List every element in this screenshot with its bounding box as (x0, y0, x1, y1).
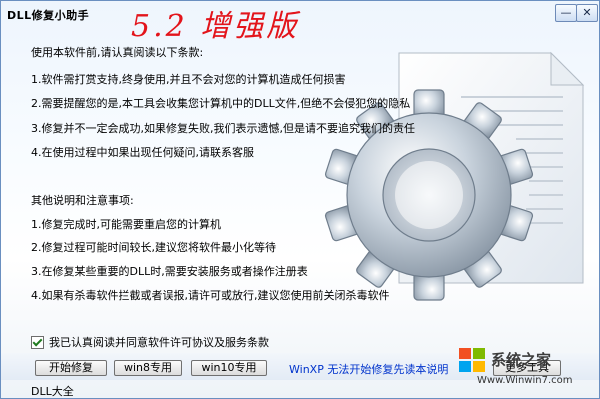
terms-item: 4.在使用过程中如果出现任何疑问,请联系客服 (31, 146, 254, 159)
close-button[interactable]: ✕ (576, 4, 598, 22)
agreement-checkbox[interactable] (31, 335, 44, 349)
watermark-url: Www.Winwin7.com (477, 375, 573, 386)
site-watermark: 系统之家 Www.Winwin7.com (457, 345, 599, 398)
terms-item: 3.修复并不一定会成功,如果修复失败,我们表示遗憾,但是请不要追究我们的责任 (31, 122, 415, 135)
dll-library-link[interactable]: DLL大全 (31, 383, 74, 398)
windows-logo-icon (459, 348, 485, 372)
win8-button[interactable]: win8专用 (114, 360, 182, 376)
gear-document-illustration (324, 51, 585, 301)
notes-item: 4.如果有杀毒软件拦截或者误报,请许可或放行,建议您使用前关闭杀毒软件 (31, 289, 390, 302)
start-repair-button[interactable]: 开始修复 (35, 360, 107, 376)
win10-button[interactable]: win10专用 (191, 360, 267, 376)
notes-item: 3.在修复某些重要的DLL时,需要安装服务或者操作注册表 (31, 265, 308, 278)
title-bar: DLL修复小助手 5.2 增强版 — ✕ (1, 1, 599, 44)
terms-item: 1.软件需打赏支持,终身使用,并且不会对您的计算机造成任何损害 (31, 73, 346, 86)
version-label: 5.2 增强版 (131, 9, 300, 44)
agreement-checkbox-row[interactable]: 我已认真阅读并同意软件许可协议及服务条款 (31, 334, 269, 350)
notes-item: 2.修复过程可能时间较长,建议您将软件最小化等待 (31, 241, 276, 254)
notes-heading: 其他说明和注意事项: (31, 194, 134, 207)
minimize-button[interactable]: — (555, 4, 577, 22)
status-text: WinXP 无法开始修复先读本说明 (289, 363, 449, 376)
terms-heading: 使用本软件前,请认真阅读以下条款: (31, 46, 204, 59)
notes-item: 1.修复完成时,可能需要重启您的计算机 (31, 218, 221, 231)
terms-item: 2.需要提醒您的是,本工具会收集您计算机中的DLL文件,但绝不会侵犯您的隐私 (31, 97, 411, 110)
agreement-label: 我已认真阅读并同意软件许可协议及服务条款 (49, 336, 269, 349)
main-window: DLL修复小助手 5.2 增强版 — ✕ 使用本软件前,请认真阅读以下条款: 1… (0, 0, 600, 399)
watermark-site-name: 系统之家 (491, 351, 552, 369)
app-title: DLL修复小助手 (7, 9, 90, 22)
